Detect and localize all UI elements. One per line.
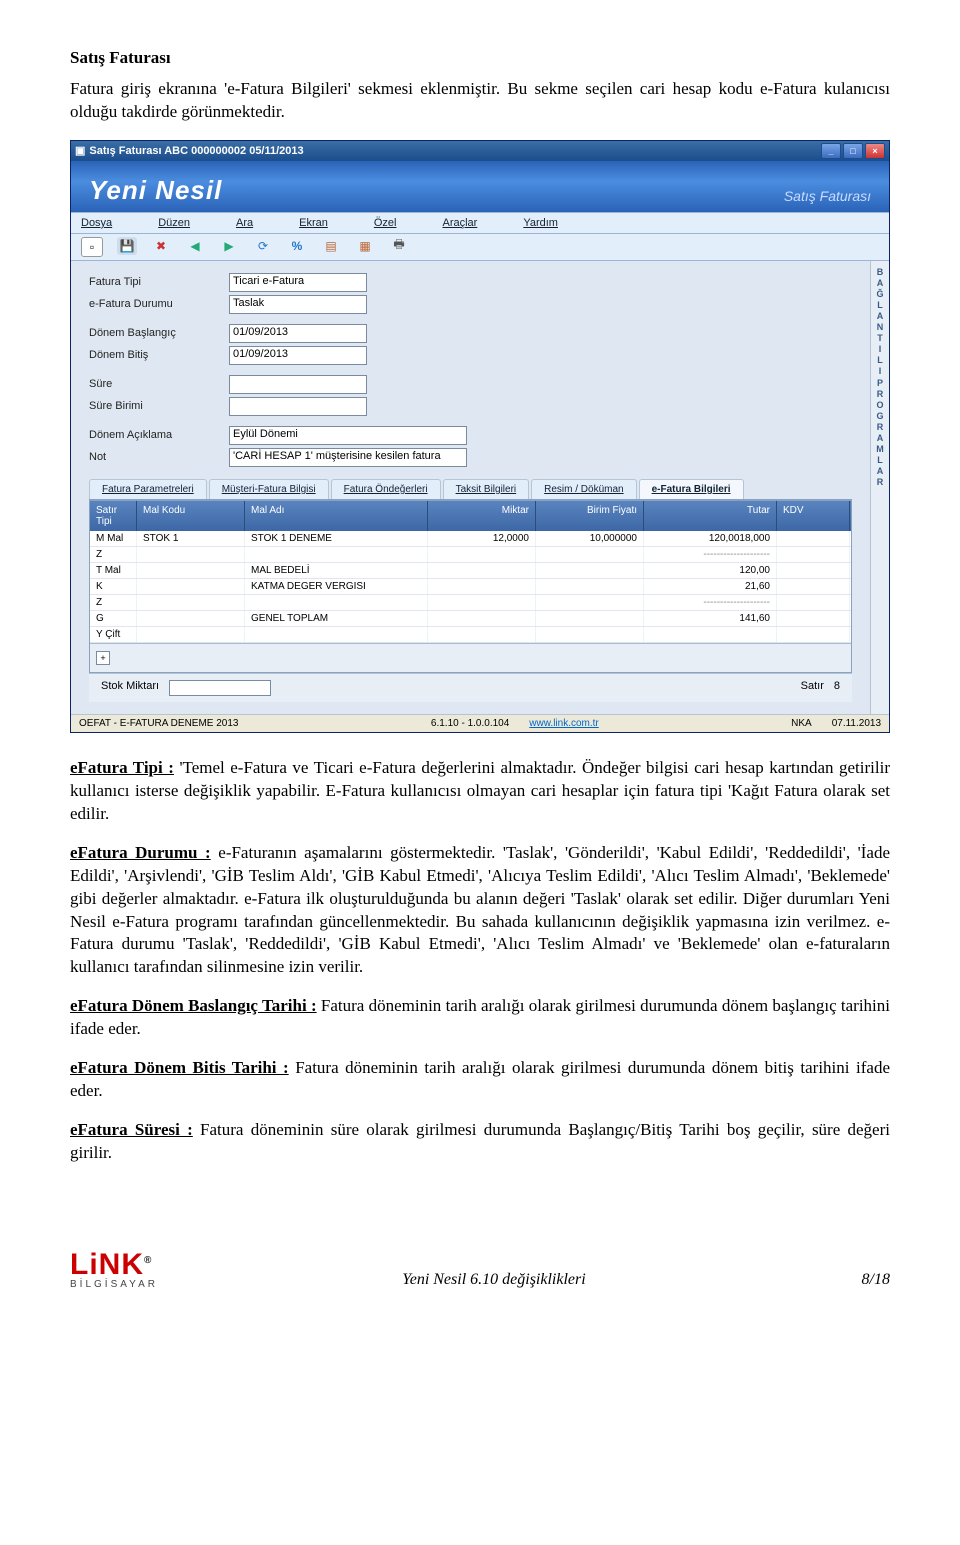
grid-footer: + [90,643,851,672]
status-form: Stok Miktarı Satır 8 [89,673,852,702]
col-satir-tipi[interactable]: Satır Tipi [90,501,137,531]
efatura-durumu-input[interactable]: Taslak [229,295,367,314]
menu-yardim[interactable]: Yardım [523,217,558,229]
label-donem-bitis: eFatura Dönem Bitis Tarihi : [70,1058,289,1077]
para-donem-baslangic: eFatura Dönem Baslangıç Tarihi : Fatura … [70,995,890,1041]
doc-title: Satış Faturası [70,48,890,68]
label-efatura-suresi: eFatura Süresi : [70,1120,193,1139]
menu-araclar[interactable]: Araçlar [442,217,477,229]
satir-value: 8 [834,680,840,696]
col-mal-adi[interactable]: Mal Adı [245,501,428,531]
footer-logo: LiNK® BİLGİSAYAR [70,1251,158,1289]
statusbar: OEFAT - E-FATURA DENEME 2013 6.1.10 - 1.… [71,714,889,732]
toolbar-percent-icon[interactable]: % [287,237,307,255]
not-input[interactable]: 'CARİ HESAP 1' müşterisine kesilen fatur… [229,448,467,467]
toolbar-delete-icon[interactable]: ✖ [151,237,171,255]
maximize-button[interactable]: □ [843,143,863,159]
toolbar-list-icon[interactable]: ▤ [321,237,341,255]
fatura-tipi-input[interactable]: Ticari e-Fatura [229,273,367,292]
toolbar-print-icon[interactable]: 🖶 [389,237,409,255]
menu-dosya[interactable]: Dosya [81,217,112,229]
app-window: ▣ Satış Faturası ABC 000000002 05/11/201… [70,140,890,733]
para-donem-bitis: eFatura Dönem Bitis Tarihi : Fatura döne… [70,1057,890,1103]
side-panel[interactable]: BAĞLANTILIPROGRAMLAR [870,261,889,714]
efatura-durumu-label: e-Fatura Durumu [89,298,229,310]
grid-header: Satır Tipi Mal Kodu Mal Adı Miktar Birim… [90,501,851,531]
table-row[interactable]: T MalMAL BEDELİ120,00 [90,563,851,579]
footer-page: 8/18 [830,1271,890,1289]
donem-bit-input[interactable]: 01/09/2013 [229,346,367,365]
para-efatura-durumu: eFatura Durumu : e-Faturanın aşamalarını… [70,842,890,980]
toolbar-refresh-icon[interactable]: ⟳ [253,237,273,255]
toolbar-back-icon[interactable]: ◀ [185,237,205,255]
toolbar: ▫ 💾 ✖ ◀ ▶ ⟳ % ▤ ▦ 🖶 [71,234,889,261]
menu-ekran[interactable]: Ekran [299,217,328,229]
para-efatura-suresi: eFatura Süresi : Fatura döneminin süre o… [70,1119,890,1165]
grid: Satır Tipi Mal Kodu Mal Adı Miktar Birim… [89,500,852,673]
table-row[interactable]: GGENEL TOPLAM141,60 [90,611,851,627]
status-date: 07.11.2013 [832,718,881,729]
table-row[interactable]: Z-------------------- [90,595,851,611]
tab-efatura-bilgileri[interactable]: e-Fatura Bilgileri [639,479,744,499]
col-tutar[interactable]: Tutar [644,501,777,531]
col-kdv[interactable]: KDV [777,501,850,531]
stok-miktari-label: Stok Miktarı [101,680,159,696]
app-name: Yeni Nesil [89,175,871,206]
table-row[interactable]: M MalSTOK 1STOK 1 DENEME12,000010,000000… [90,531,851,547]
menu-duzen[interactable]: Düzen [158,217,190,229]
col-mal-kodu[interactable]: Mal Kodu [137,501,245,531]
toolbar-forward-icon[interactable]: ▶ [219,237,239,255]
titlebar: ▣ Satış Faturası ABC 000000002 05/11/201… [71,141,889,161]
donem-aciklama-label: Dönem Açıklama [89,429,229,441]
label-donem-baslangic: eFatura Dönem Baslangıç Tarihi : [70,996,317,1015]
donem-bit-label: Dönem Bitiş [89,349,229,361]
table-row[interactable]: Y Çift [90,627,851,643]
donem-bas-label: Dönem Başlangıç [89,327,229,339]
footer-title: Yeni Nesil 6.10 değişiklikleri [158,1271,830,1289]
toolbar-stack-icon[interactable]: ▦ [355,237,375,255]
fatura-tipi-label: Fatura Tipi [89,276,229,288]
menubar: Dosya Düzen Ara Ekran Özel Araçlar Yardı… [71,212,889,234]
sure-label: Süre [89,378,229,390]
minimize-button[interactable]: _ [821,143,841,159]
para-efatura-tipi: eFatura Tipi : 'Temel e-Fatura ve Ticari… [70,757,890,826]
tab-fatura-parametreleri[interactable]: Fatura Parametreleri [89,479,207,499]
not-label: Not [89,451,229,463]
table-row[interactable]: KKATMA DEGER VERGISI21,60 [90,579,851,595]
donem-aciklama-input[interactable]: Eylül Dönemi [229,426,467,445]
status-link[interactable]: www.link.com.tr [529,718,598,729]
breadcrumb: Satış Faturası [784,188,871,204]
donem-bas-input[interactable]: 01/09/2013 [229,324,367,343]
status-oefat: OEFAT - E-FATURA DENEME 2013 [79,718,239,729]
stok-miktari-input[interactable] [169,680,271,696]
sure-birimi-input[interactable] [229,397,367,416]
sure-input[interactable] [229,375,367,394]
col-birim-fiyat[interactable]: Birim Fiyatı [536,501,644,531]
tab-resim-dokuman[interactable]: Resim / Döküman [531,479,636,499]
form-area: Fatura TipiTicari e-Fatura e-Fatura Duru… [71,261,870,714]
window-icon: ▣ [75,144,85,157]
tab-taksit[interactable]: Taksit Bilgileri [443,479,530,499]
toolbar-save-icon[interactable]: 💾 [117,237,137,255]
tab-musteri-fatura[interactable]: Müşteri-Fatura Bilgisi [209,479,329,499]
label-efatura-tipi: eFatura Tipi : [70,758,174,777]
toolbar-new-icon[interactable]: ▫ [81,237,103,257]
page-footer: LiNK® BİLGİSAYAR Yeni Nesil 6.10 değişik… [0,1211,960,1319]
table-row[interactable]: Z-------------------- [90,547,851,563]
col-miktar[interactable]: Miktar [428,501,536,531]
menu-ara[interactable]: Ara [236,217,253,229]
window-title: Satış Faturası ABC 000000002 05/11/2013 [89,145,303,157]
doc-intro: Fatura giriş ekranına 'e-Fatura Bilgiler… [70,78,890,124]
status-version: 6.1.10 - 1.0.0.104 [431,718,509,729]
status-nka: NKA [791,718,812,729]
close-button[interactable]: × [865,143,885,159]
label-efatura-durumu: eFatura Durumu : [70,843,211,862]
app-banner: Yeni Nesil Satış Faturası [71,161,889,212]
tab-fatura-ondegerleri[interactable]: Fatura Öndeğerleri [331,479,441,499]
menu-ozel[interactable]: Özel [374,217,397,229]
sure-birimi-label: Süre Birimi [89,400,229,412]
expand-icon[interactable]: + [96,651,110,665]
satir-label: Satır [801,680,824,696]
tabs: Fatura Parametreleri Müşteri-Fatura Bilg… [89,479,852,500]
